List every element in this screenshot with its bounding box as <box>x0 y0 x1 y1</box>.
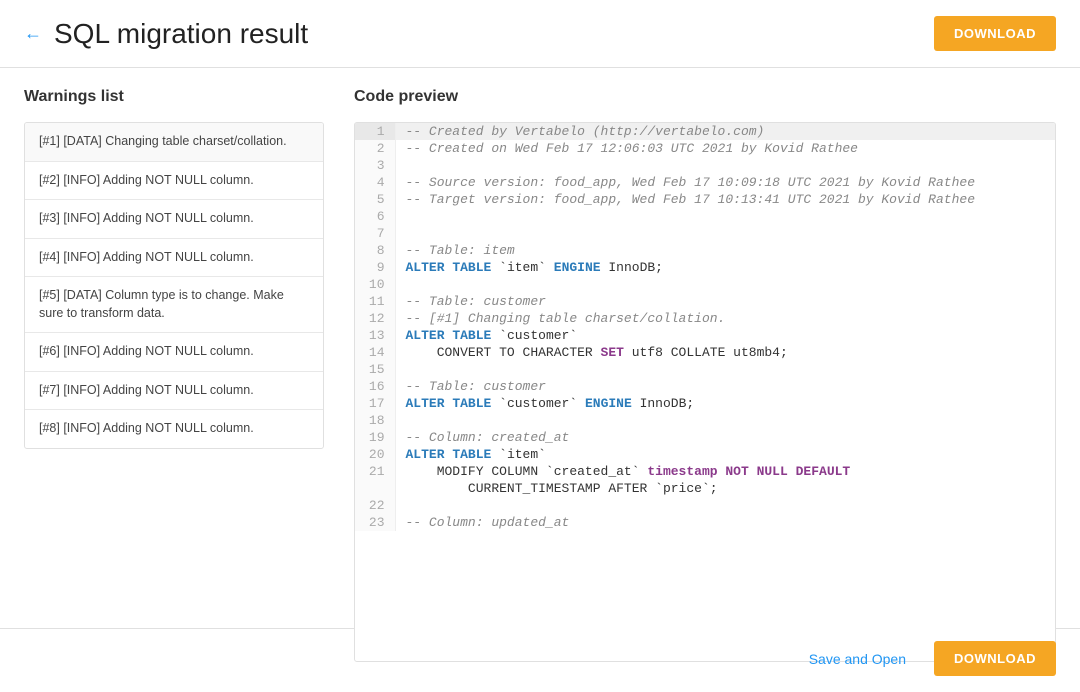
warnings-panel-title: Warnings list <box>24 88 324 106</box>
table-row: 5 -- Target version: food_app, Wed Feb 1… <box>355 191 1055 208</box>
table-row: 16 -- Table: customer <box>355 378 1055 395</box>
table-row: 23 -- Column: updated_at <box>355 514 1055 531</box>
line-number: 16 <box>355 378 395 395</box>
line-number: 7 <box>355 225 395 242</box>
line-number <box>355 480 395 497</box>
table-row: 9 ALTER TABLE `item` ENGINE InnoDB; <box>355 259 1055 276</box>
line-number: 23 <box>355 514 395 531</box>
line-code: -- [#1] Changing table charset/collation… <box>395 310 1055 327</box>
list-item: [#2] [INFO] Adding NOT NULL column. <box>25 162 323 201</box>
table-row: 14 CONVERT TO CHARACTER SET utf8 COLLATE… <box>355 344 1055 361</box>
table-row: 8 -- Table: item <box>355 242 1055 259</box>
line-number: 12 <box>355 310 395 327</box>
line-number: 1 <box>355 123 395 140</box>
code-panel-title: Code preview <box>354 88 1056 106</box>
list-item: [#6] [INFO] Adding NOT NULL column. <box>25 333 323 372</box>
line-code <box>395 276 1055 293</box>
table-row: 21 MODIFY COLUMN `created_at` timestamp … <box>355 463 1055 480</box>
line-code: -- Created on Wed Feb 17 12:06:03 UTC 20… <box>395 140 1055 157</box>
header-left: ← SQL migration result <box>24 18 308 50</box>
line-code <box>395 361 1055 378</box>
line-code <box>395 208 1055 225</box>
warnings-panel: Warnings list [#1] [DATA] Changing table… <box>24 68 344 628</box>
line-code <box>395 157 1055 174</box>
line-number: 22 <box>355 497 395 514</box>
table-row: 22 <box>355 497 1055 514</box>
line-number: 15 <box>355 361 395 378</box>
line-code: ALTER TABLE `item` <box>395 446 1055 463</box>
line-number: 6 <box>355 208 395 225</box>
line-number: 2 <box>355 140 395 157</box>
line-number: 9 <box>355 259 395 276</box>
table-row: 17 ALTER TABLE `customer` ENGINE InnoDB; <box>355 395 1055 412</box>
line-code: -- Column: created_at <box>395 429 1055 446</box>
code-container[interactable]: 1 -- Created by Vertabelo (http://vertab… <box>354 122 1056 662</box>
line-number: 11 <box>355 293 395 310</box>
list-item: [#4] [INFO] Adding NOT NULL column. <box>25 239 323 278</box>
line-code: CONVERT TO CHARACTER SET utf8 COLLATE ut… <box>395 344 1055 361</box>
page-title: SQL migration result <box>54 18 308 50</box>
main-content: Warnings list [#1] [DATA] Changing table… <box>0 68 1080 628</box>
warnings-list: [#1] [DATA] Changing table charset/colla… <box>24 122 324 449</box>
line-code: -- Created by Vertabelo (http://vertabel… <box>395 123 1055 140</box>
table-row: 11 -- Table: customer <box>355 293 1055 310</box>
line-number: 14 <box>355 344 395 361</box>
line-number: 20 <box>355 446 395 463</box>
line-number: 17 <box>355 395 395 412</box>
line-code: ALTER TABLE `item` ENGINE InnoDB; <box>395 259 1055 276</box>
line-number: 18 <box>355 412 395 429</box>
table-row: 1 -- Created by Vertabelo (http://vertab… <box>355 123 1055 140</box>
table-row: 18 <box>355 412 1055 429</box>
list-item: [#7] [INFO] Adding NOT NULL column. <box>25 372 323 411</box>
table-row: 15 <box>355 361 1055 378</box>
table-row: 12 -- [#1] Changing table charset/collat… <box>355 310 1055 327</box>
download-button-header[interactable]: DOWNLOAD <box>934 16 1056 51</box>
line-code <box>395 225 1055 242</box>
table-row: 4 -- Source version: food_app, Wed Feb 1… <box>355 174 1055 191</box>
table-row: 7 <box>355 225 1055 242</box>
code-panel: Code preview 1 -- Created by Vertabelo (… <box>344 68 1056 628</box>
line-number: 19 <box>355 429 395 446</box>
line-code <box>395 412 1055 429</box>
line-code: -- Table: customer <box>395 378 1055 395</box>
page-header: ← SQL migration result DOWNLOAD <box>0 0 1080 68</box>
table-row: 10 <box>355 276 1055 293</box>
save-open-button[interactable]: Save and Open <box>797 643 918 675</box>
line-number: 5 <box>355 191 395 208</box>
list-item: [#1] [DATA] Changing table charset/colla… <box>25 123 323 162</box>
download-button-footer[interactable]: DOWNLOAD <box>934 641 1056 676</box>
table-row: 6 <box>355 208 1055 225</box>
code-table: 1 -- Created by Vertabelo (http://vertab… <box>355 123 1055 531</box>
list-item: [#5] [DATA] Column type is to change. Ma… <box>25 277 323 333</box>
line-code: MODIFY COLUMN `created_at` timestamp NOT… <box>395 463 1055 480</box>
table-row: 20 ALTER TABLE `item` <box>355 446 1055 463</box>
table-row: 13 ALTER TABLE `customer` <box>355 327 1055 344</box>
line-code: -- Source version: food_app, Wed Feb 17 … <box>395 174 1055 191</box>
line-code: -- Table: item <box>395 242 1055 259</box>
line-number: 8 <box>355 242 395 259</box>
back-arrow-icon[interactable]: ← <box>24 23 42 44</box>
line-number: 10 <box>355 276 395 293</box>
line-code: CURRENT_TIMESTAMP AFTER `price`; <box>395 480 1055 497</box>
line-code: -- Column: updated_at <box>395 514 1055 531</box>
list-item: [#8] [INFO] Adding NOT NULL column. <box>25 410 323 448</box>
table-row: CURRENT_TIMESTAMP AFTER `price`; <box>355 480 1055 497</box>
table-row: 19 -- Column: created_at <box>355 429 1055 446</box>
line-code: -- Table: customer <box>395 293 1055 310</box>
list-item: [#3] [INFO] Adding NOT NULL column. <box>25 200 323 239</box>
table-row: 3 <box>355 157 1055 174</box>
line-code <box>395 497 1055 514</box>
line-number: 3 <box>355 157 395 174</box>
line-code: ALTER TABLE `customer` ENGINE InnoDB; <box>395 395 1055 412</box>
line-number: 4 <box>355 174 395 191</box>
line-code: -- Target version: food_app, Wed Feb 17 … <box>395 191 1055 208</box>
table-row: 2 -- Created on Wed Feb 17 12:06:03 UTC … <box>355 140 1055 157</box>
line-number: 13 <box>355 327 395 344</box>
line-code: ALTER TABLE `customer` <box>395 327 1055 344</box>
line-number: 21 <box>355 463 395 480</box>
